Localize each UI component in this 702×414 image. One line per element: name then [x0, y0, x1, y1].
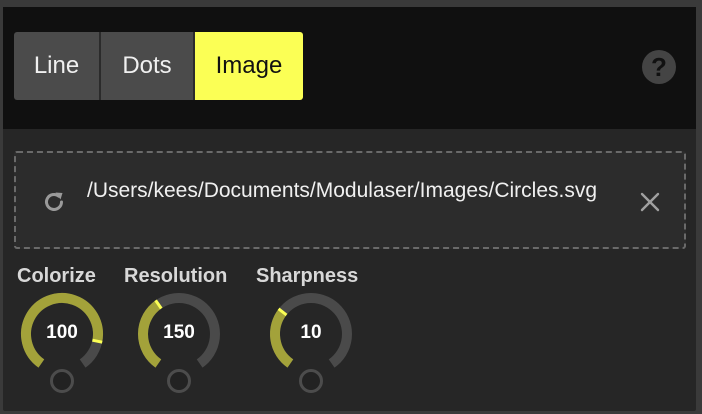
- knob-label: Colorize: [17, 265, 96, 287]
- help-button[interactable]: ?: [642, 50, 676, 84]
- tab-line[interactable]: Line: [14, 32, 101, 100]
- reload-icon[interactable]: [41, 189, 67, 215]
- close-icon[interactable]: [638, 190, 662, 214]
- knob-value: 100: [46, 322, 78, 343]
- knob-colorize: Colorize 100: [17, 265, 127, 405]
- mode-segmented-control: Line Dots Image: [14, 32, 303, 100]
- knob-value: 150: [163, 322, 195, 343]
- tab-dots[interactable]: Dots: [101, 32, 195, 100]
- image-source-panel: Line Dots Image ? /Users/kees/Documents/…: [3, 7, 696, 411]
- modulation-port[interactable]: [299, 369, 323, 393]
- knob-resolution: Resolution 150: [124, 265, 234, 405]
- mode-toolbar: Line Dots Image ?: [3, 7, 696, 129]
- modulation-port[interactable]: [167, 369, 191, 393]
- knob-sharpness: Sharpness 10: [256, 265, 366, 405]
- file-drop-zone[interactable]: /Users/kees/Documents/Modulaser/Images/C…: [14, 151, 686, 249]
- knob-label: Resolution: [124, 265, 228, 287]
- knob-label: Sharpness: [256, 265, 359, 287]
- file-path: /Users/kees/Documents/Modulaser/Images/C…: [87, 179, 598, 202]
- knob-value: 10: [300, 322, 322, 343]
- app-window: Line Dots Image ? /Users/kees/Documents/…: [0, 0, 702, 414]
- tab-image[interactable]: Image: [195, 32, 303, 100]
- help-icon: ?: [651, 51, 667, 82]
- modulation-port[interactable]: [50, 369, 74, 393]
